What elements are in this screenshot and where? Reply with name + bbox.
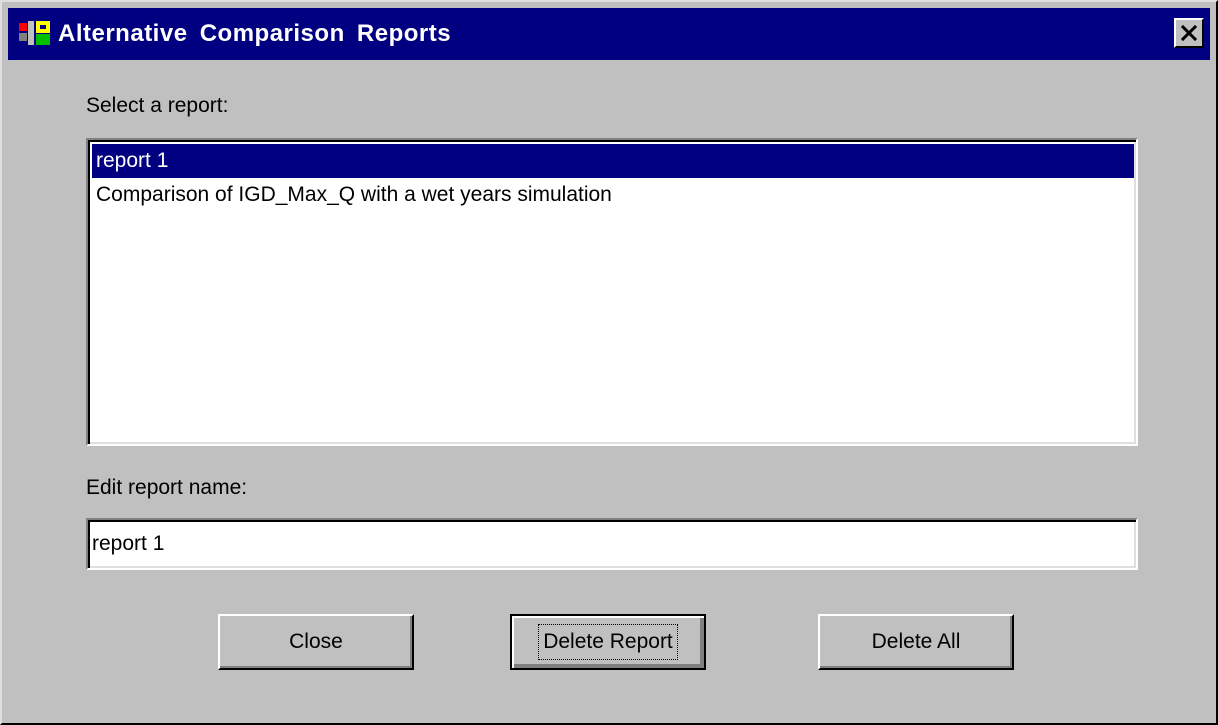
- select-report-label: Select a report:: [86, 94, 229, 117]
- window-title: Alternative Comparison Reports: [58, 20, 452, 47]
- app-icon: [18, 19, 52, 49]
- close-button-label: Close: [289, 630, 343, 653]
- close-icon: [1181, 25, 1197, 41]
- close-window-button[interactable]: [1174, 18, 1204, 48]
- list-item[interactable]: report 1: [92, 144, 1134, 178]
- edit-report-name-label: Edit report name:: [86, 476, 248, 499]
- report-list[interactable]: report 1 Comparison of IGD_Max_Q with a …: [86, 138, 1138, 446]
- delete-report-button-label: Delete Report: [538, 624, 678, 660]
- list-item[interactable]: Comparison of IGD_Max_Q with a wet years…: [92, 178, 1134, 212]
- dialog-window: Alternative Comparison Reports Select a …: [0, 0, 1218, 725]
- delete-all-button[interactable]: Delete All: [818, 614, 1014, 670]
- delete-all-button-label: Delete All: [871, 630, 961, 653]
- delete-report-button[interactable]: Delete Report: [510, 614, 706, 670]
- report-name-input[interactable]: [86, 518, 1138, 570]
- close-button[interactable]: Close: [218, 614, 414, 670]
- title-bar[interactable]: Alternative Comparison Reports: [8, 8, 1210, 60]
